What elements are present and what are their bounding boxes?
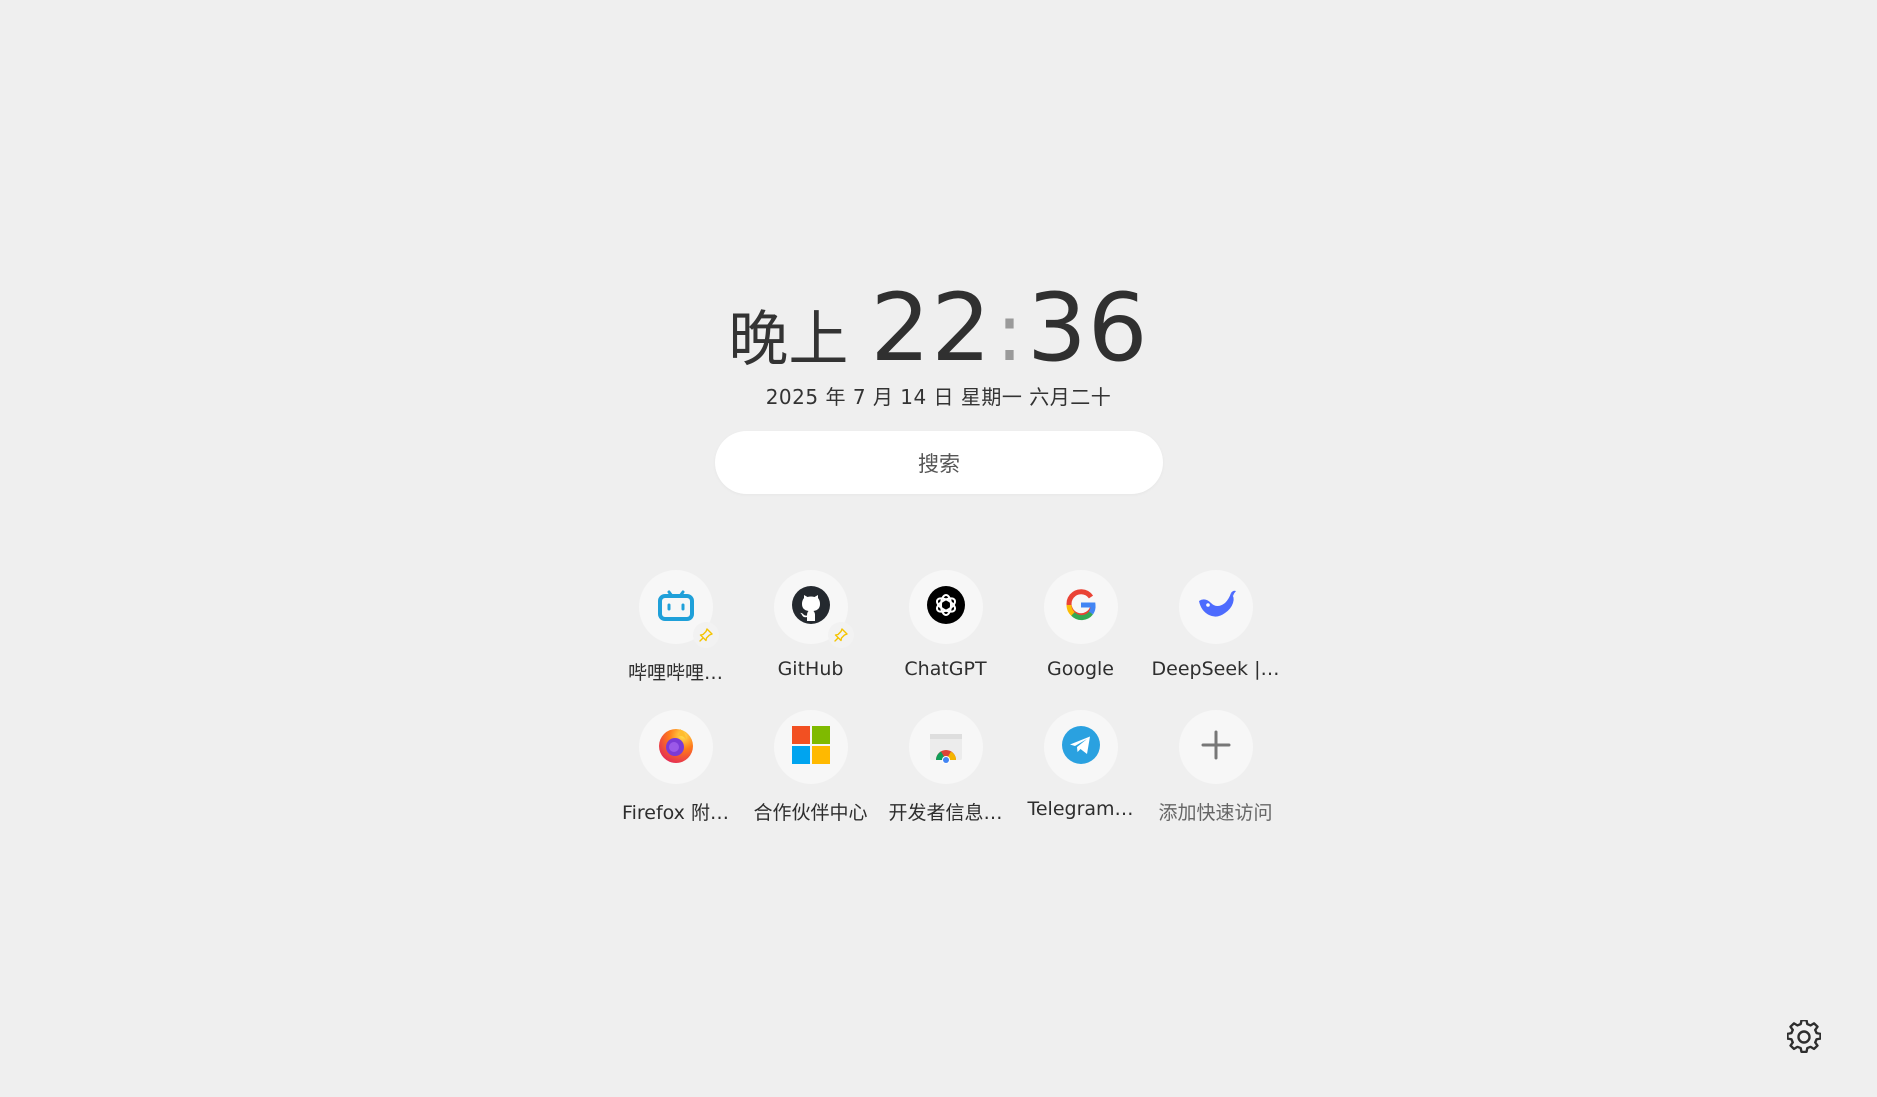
shortcut-icon-container: [638, 570, 719, 648]
pin-icon: [827, 622, 854, 648]
shortcut-icon-container: [773, 710, 848, 784]
date-text: 2025 年 7 月 14 日 星期一 六月二十: [765, 385, 1112, 409]
shortcut-label: GitHub: [777, 658, 844, 680]
shortcut-firefox-addons[interactable]: Firefox 附…: [608, 710, 743, 850]
gear-icon: [1786, 1019, 1822, 1058]
shortcut-icon-container: [1178, 710, 1253, 784]
shortcut-label: Telegram…: [1027, 798, 1134, 820]
clock-hours: 22: [870, 274, 993, 383]
shortcut-developer-info[interactable]: 开发者信息…: [878, 710, 1013, 850]
shortcut-bilibili[interactable]: 哔哩哔哩…: [608, 570, 743, 710]
new-tab-page: 晚上 22 : 36 2025 年 7 月 14 日 星期一 六月二十 搜索 哔…: [0, 0, 1877, 1097]
bilibili-icon: [656, 585, 696, 629]
shortcut-label: Google: [1046, 658, 1114, 680]
shortcut-label: DeepSeek |…: [1151, 658, 1280, 680]
shortcut-icon-container: [638, 710, 713, 784]
firefox-icon: [656, 725, 696, 769]
shortcut-icon-container: [908, 710, 983, 784]
shortcut-icon-container: [773, 570, 854, 648]
shortcut-github[interactable]: GitHub: [743, 570, 878, 710]
chrome-webstore-icon: [927, 726, 965, 768]
add-shortcut-button[interactable]: 添加快速访问: [1148, 710, 1283, 850]
clock: 晚上 22 : 36: [0, 282, 1877, 379]
shortcut-label: 合作伙伴中心: [753, 802, 868, 824]
shortcut-icon-container: [908, 570, 983, 644]
shortcut-partner-center[interactable]: 合作伙伴中心: [743, 710, 878, 850]
google-icon: [1064, 588, 1098, 626]
search-box[interactable]: 搜索: [715, 431, 1163, 494]
settings-button[interactable]: [1784, 1019, 1824, 1059]
plus-icon: [1199, 728, 1233, 766]
telegram-icon: [1061, 725, 1101, 769]
shortcut-label: 开发者信息…: [888, 802, 1003, 824]
clock-separator: :: [996, 286, 1023, 379]
shortcut-icon-container: [1043, 570, 1118, 644]
shortcut-label: 添加快速访问: [1158, 802, 1273, 824]
microsoft-icon: [791, 725, 831, 769]
chatgpt-icon: [926, 585, 966, 629]
clock-minutes: 36: [1026, 274, 1149, 383]
shortcut-google[interactable]: Google: [1013, 570, 1148, 710]
shortcut-icon-container: [1178, 570, 1253, 644]
search-placeholder: 搜索: [918, 451, 960, 476]
shortcut-deepseek[interactable]: DeepSeek |…: [1148, 570, 1283, 710]
shortcut-chatgpt[interactable]: ChatGPT: [878, 570, 1013, 710]
clock-period: 晚上: [728, 305, 849, 375]
shortcut-label: ChatGPT: [904, 658, 987, 680]
shortcut-label: Firefox 附…: [622, 802, 729, 824]
pin-icon: [692, 622, 719, 648]
shortcut-grid: 哔哩哔哩… GitHub ChatGPT Google DeepSeek |… …: [608, 570, 1283, 850]
shortcut-label: 哔哩哔哩…: [627, 662, 723, 684]
deepseek-icon: [1195, 587, 1237, 627]
shortcut-telegram[interactable]: Telegram…: [1013, 710, 1148, 850]
github-icon: [791, 585, 831, 629]
shortcut-icon-container: [1043, 710, 1118, 784]
